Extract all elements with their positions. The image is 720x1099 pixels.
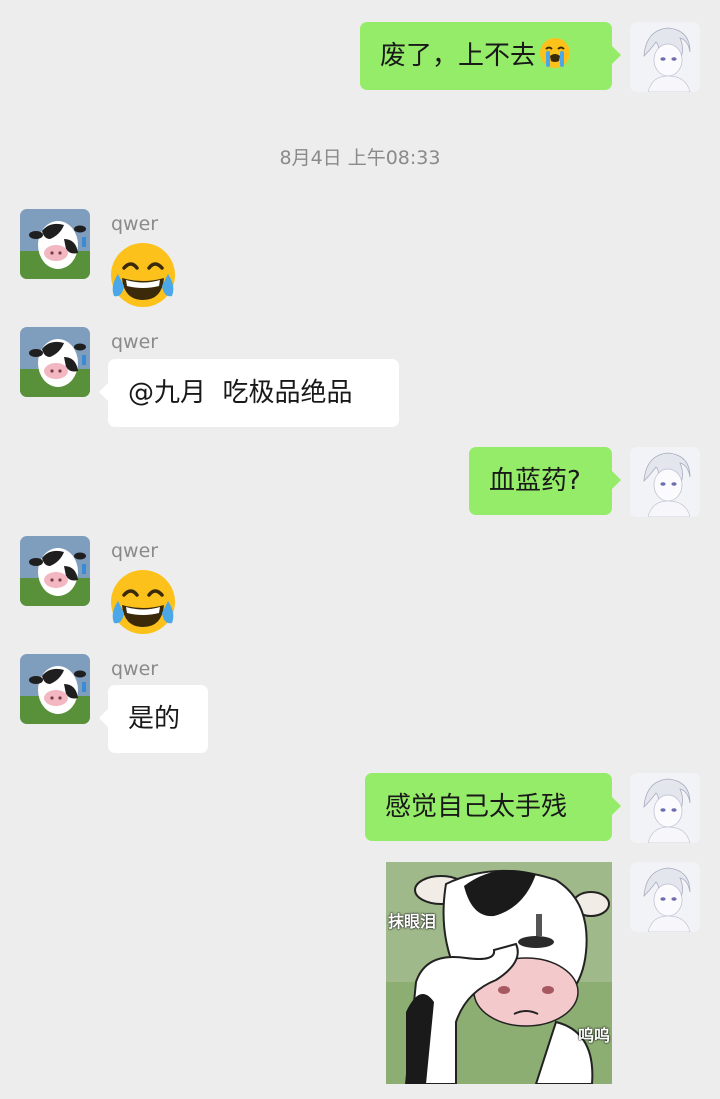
contact-avatar[interactable] bbox=[20, 327, 90, 397]
sticker-caption: 抹眼泪 bbox=[388, 912, 437, 931]
my-avatar[interactable] bbox=[630, 862, 700, 932]
timestamp: 8月4日 上午08:33 bbox=[279, 147, 441, 169]
sender-name: qwer bbox=[111, 540, 159, 562]
my-avatar[interactable] bbox=[630, 22, 700, 92]
contact-avatar[interactable] bbox=[20, 209, 90, 279]
sender-name: qwer bbox=[111, 658, 159, 680]
contact-avatar[interactable] bbox=[20, 654, 90, 724]
message-text: 感觉自己太手残 bbox=[385, 792, 568, 822]
contact-avatar[interactable] bbox=[20, 536, 90, 606]
message-text: 是的 bbox=[128, 704, 181, 734]
my-message-bubble[interactable]: 感觉自己太手残 bbox=[365, 773, 621, 841]
loudly-crying-emoji-icon bbox=[538, 36, 572, 70]
my-message-bubble[interactable]: 血蓝药? bbox=[469, 447, 621, 515]
tears-of-joy-emoji-icon[interactable] bbox=[108, 567, 178, 637]
message-text: @九月 吃极品绝品 bbox=[128, 378, 353, 408]
my-avatar[interactable] bbox=[630, 773, 700, 843]
message-text: 废了，上不去 bbox=[380, 41, 537, 71]
tears-of-joy-emoji-icon[interactable] bbox=[108, 240, 178, 310]
contact-message-bubble[interactable]: 是的 bbox=[99, 685, 208, 753]
my-avatar[interactable] bbox=[630, 447, 700, 517]
sender-name: qwer bbox=[111, 331, 159, 353]
contact-message-bubble[interactable]: @九月 吃极品绝品 bbox=[99, 359, 399, 427]
cow-sticker-image[interactable]: 抹眼泪 呜呜 bbox=[386, 862, 612, 1084]
my-message-bubble[interactable]: 废了，上不去 bbox=[360, 22, 621, 90]
sticker-caption: 呜呜 bbox=[577, 1026, 610, 1045]
message-text: 血蓝药? bbox=[489, 466, 581, 496]
sender-name: qwer bbox=[111, 213, 159, 235]
